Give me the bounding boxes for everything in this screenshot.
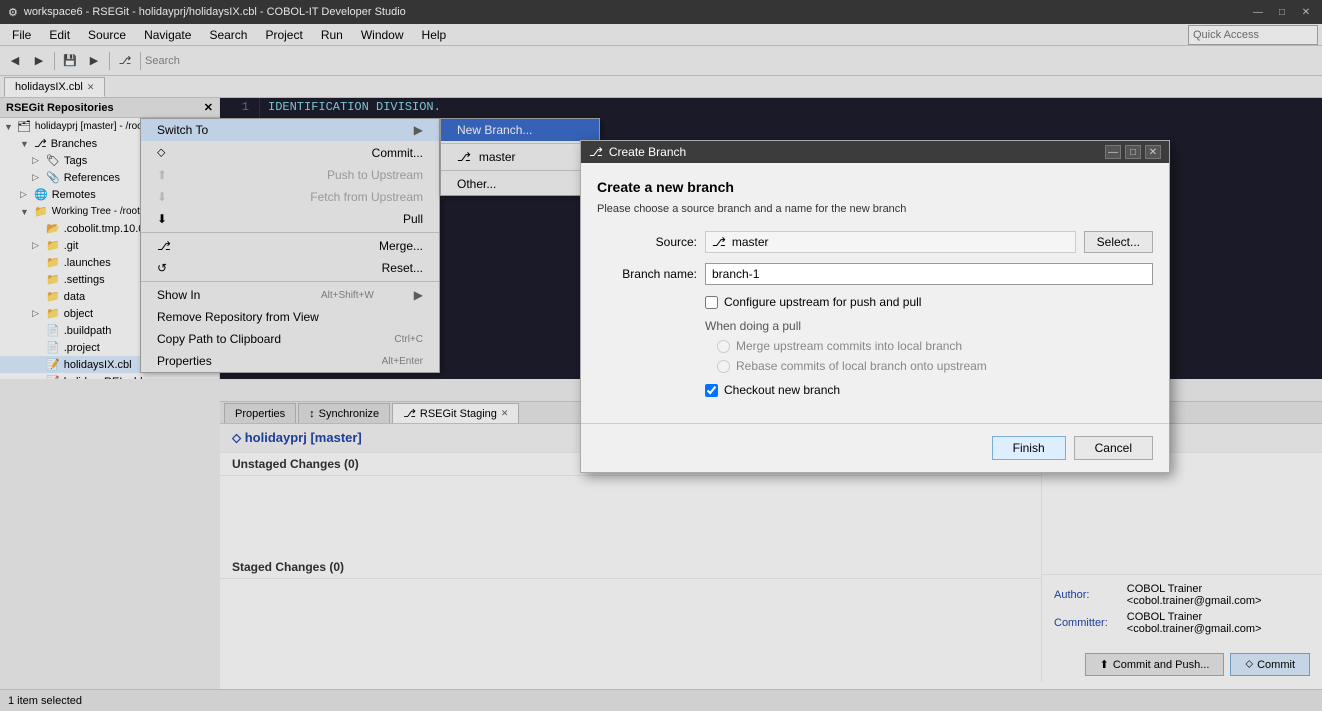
source-label: Source:: [597, 235, 697, 249]
pull-section-label: When doing a pull: [705, 319, 1153, 333]
dialog-overlay: ⎇ Create Branch — □ ✕ Create a new branc…: [0, 0, 1322, 711]
checkout-checkbox[interactable]: [705, 384, 718, 397]
cancel-button[interactable]: Cancel: [1074, 436, 1153, 460]
finish-button[interactable]: Finish: [992, 436, 1066, 460]
merge-radio-row: Merge upstream commits into local branch: [717, 339, 1153, 353]
source-value: master: [732, 235, 769, 249]
branch-name-row: Branch name:: [597, 263, 1153, 285]
dialog-controls: — □ ✕: [1105, 145, 1161, 159]
dialog-maximize[interactable]: □: [1125, 145, 1141, 159]
checkout-row: Checkout new branch: [705, 383, 1153, 397]
dialog-heading: Create a new branch: [597, 179, 1153, 195]
configure-upstream-checkbox[interactable]: [705, 296, 718, 309]
source-branch-icon: ⎇: [712, 235, 726, 249]
branch-name-input[interactable]: [705, 263, 1153, 285]
rebase-radio-row: Rebase commits of local branch onto upst…: [717, 359, 1153, 373]
configure-upstream-row: Configure upstream for push and pull: [705, 295, 1153, 309]
dialog-footer: Finish Cancel: [581, 423, 1169, 472]
dialog-description: Please choose a source branch and a name…: [597, 203, 1153, 215]
dialog-close[interactable]: ✕: [1145, 145, 1161, 159]
source-display: ⎇ master: [705, 231, 1076, 253]
rebase-radio-label: Rebase commits of local branch onto upst…: [736, 359, 987, 373]
dialog-title-left: ⎇ Create Branch: [589, 145, 686, 159]
dialog-body: Create a new branch Please choose a sour…: [581, 163, 1169, 423]
configure-upstream-label: Configure upstream for push and pull: [724, 295, 921, 309]
dialog-minimize[interactable]: —: [1105, 145, 1121, 159]
dialog-title-text: Create Branch: [609, 145, 686, 159]
create-branch-dialog: ⎇ Create Branch — □ ✕ Create a new branc…: [580, 140, 1170, 473]
merge-radio[interactable]: [717, 340, 730, 353]
branch-name-label: Branch name:: [597, 267, 697, 281]
merge-radio-label: Merge upstream commits into local branch: [736, 339, 962, 353]
checkout-label: Checkout new branch: [724, 383, 840, 397]
select-source-button[interactable]: Select...: [1084, 231, 1153, 253]
dialog-icon: ⎇: [589, 145, 603, 159]
source-row: Source: ⎇ master Select...: [597, 231, 1153, 253]
radio-group: Merge upstream commits into local branch…: [717, 339, 1153, 373]
rebase-radio[interactable]: [717, 360, 730, 373]
dialog-title-bar: ⎇ Create Branch — □ ✕: [581, 141, 1169, 163]
